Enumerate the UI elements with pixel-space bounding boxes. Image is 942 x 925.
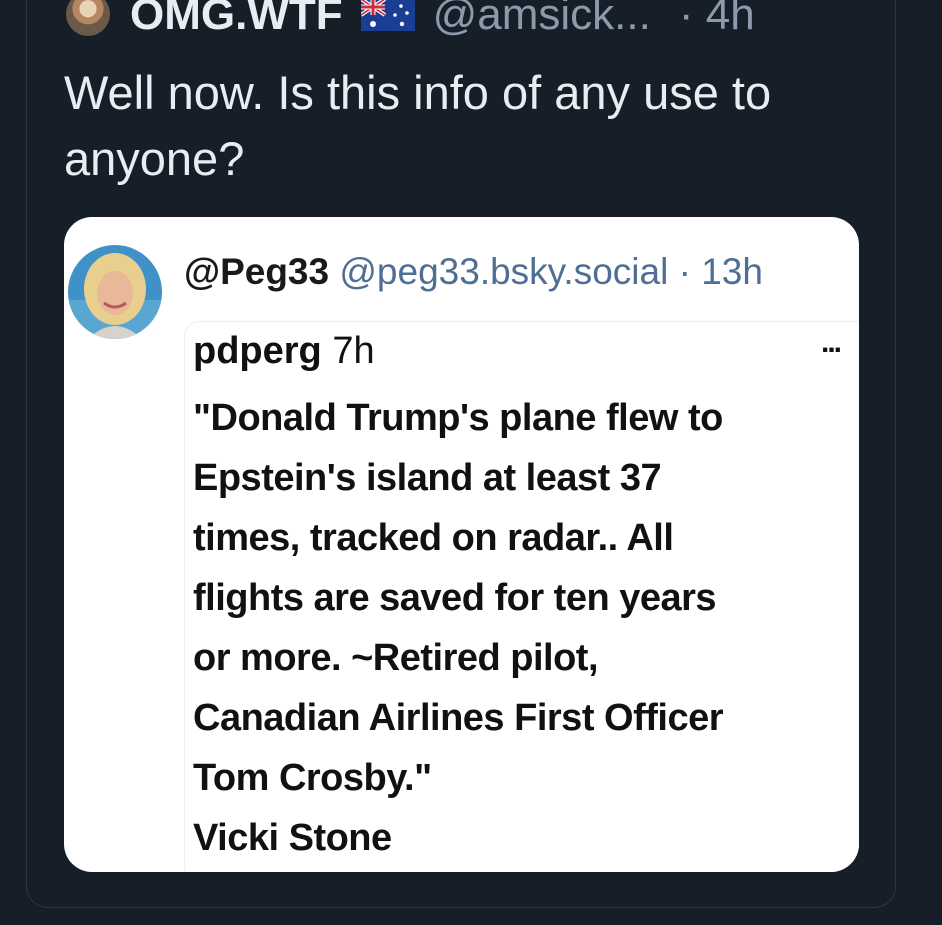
embedded-text-line: Vicki Stone — [193, 817, 392, 859]
post-text: Well now. Is this info of any use to any… — [64, 66, 772, 185]
embedded-text-line: Tom Crosby." — [193, 757, 432, 799]
post-header: OMG.WTF @amsick... · 4h — [130, 0, 755, 40]
author-name[interactable]: OMG.WTF — [130, 0, 343, 40]
embedded-text-line: or more. ~Retired pilot, — [193, 637, 599, 679]
quote-author-handle[interactable]: @peg33.bsky.social — [339, 251, 668, 292]
embedded-text-line: Epstein's island at least 37 — [193, 457, 662, 499]
quote-post-card[interactable]: @Peg33 @peg33.bsky.social · 13h pdperg 7… — [64, 217, 859, 872]
embedded-text-line: flights are saved for ten years — [193, 577, 717, 619]
australia-flag-icon — [360, 0, 415, 31]
quote-header: @Peg33 @peg33.bsky.social · 13h — [184, 247, 763, 297]
post-timestamp: · 4h — [678, 0, 755, 39]
more-options-icon: ... — [821, 326, 842, 359]
embedded-timestamp: 7h — [332, 330, 375, 372]
quote-author-avatar[interactable] — [68, 245, 162, 339]
quote-timestamp: · 13h — [678, 251, 763, 292]
embedded-text-line: Canadian Airlines First Officer — [193, 697, 724, 739]
embedded-username: pdperg — [193, 330, 322, 372]
embedded-post-header: pdperg 7h — [193, 330, 375, 373]
quote-author-name[interactable]: @Peg33 — [184, 251, 329, 292]
embedded-text-line: "Donald Trump's plane flew to — [193, 397, 723, 439]
embedded-text-line: times, tracked on radar.. All — [193, 517, 674, 559]
embedded-screenshot[interactable]: pdperg 7h ... "Donald Trump's plane flew… — [184, 321, 859, 872]
embedded-post-text: "Donald Trump's plane flew to Epstein's … — [193, 388, 859, 868]
author-handle[interactable]: @amsick... — [433, 0, 651, 40]
